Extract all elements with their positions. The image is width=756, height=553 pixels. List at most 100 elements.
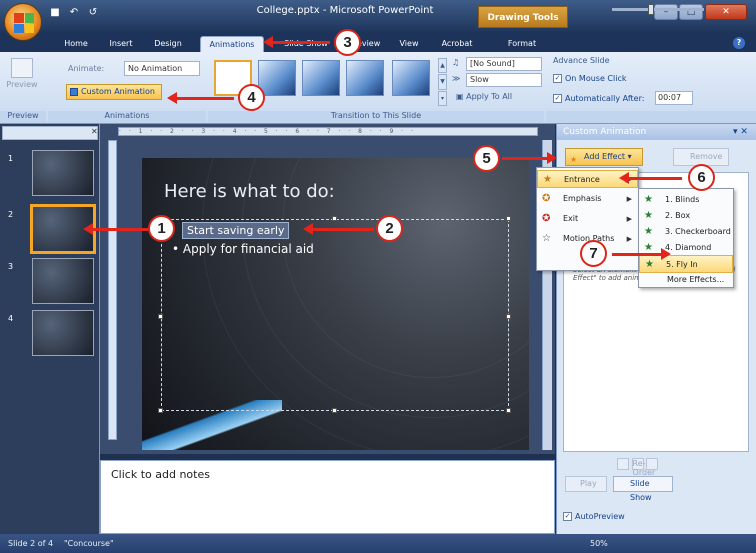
tab-acrobat[interactable]: Acrobat xyxy=(436,36,478,52)
animate-dropdown[interactable]: No Animation xyxy=(124,61,200,76)
advance-slide-label: Advance Slide xyxy=(553,56,610,65)
office-logo-icon xyxy=(14,13,34,33)
slide-thumbnail-3[interactable] xyxy=(32,258,94,304)
menu-item-exit[interactable]: ✪ Exit ▶ xyxy=(537,210,638,228)
group-label-transition: Transition to This Slide xyxy=(208,111,544,123)
transition-thumbnail[interactable] xyxy=(392,60,430,96)
slide-thumbnail-4[interactable] xyxy=(32,310,94,356)
tab-view[interactable]: View xyxy=(394,36,424,52)
save-icon[interactable]: ■ xyxy=(48,6,62,20)
slide-number: 3 xyxy=(8,262,14,271)
resize-handle[interactable] xyxy=(506,408,511,413)
reorder-controls: Re-Order xyxy=(617,458,659,477)
slide-number: 4 xyxy=(8,314,14,323)
slides-pane: ✕ 1 2 3 4 xyxy=(0,124,100,534)
transition-sound-dropdown[interactable]: [No Sound] xyxy=(466,57,542,71)
slide-title[interactable]: Here is what to do: xyxy=(164,181,335,202)
custom-animation-button[interactable]: Custom Animation xyxy=(66,84,162,100)
sound-icon: ♫ xyxy=(452,58,460,67)
checkbox-checked-icon: ✓ xyxy=(553,74,562,83)
add-effect-button[interactable]: ★ Add Effect ▾ xyxy=(565,148,643,166)
zoom-slider[interactable] xyxy=(612,8,704,11)
menu-item-emphasis[interactable]: ✪ Emphasis ▶ xyxy=(537,190,638,208)
notes-placeholder: Click to add notes xyxy=(111,468,210,481)
star-icon: ★ xyxy=(570,155,578,164)
tab-insert[interactable]: Insert xyxy=(104,36,138,52)
window-title: College.pptx - Microsoft PowerPoint xyxy=(256,5,434,16)
powerpoint-window: ■ ↶ ↺ College.pptx - Microsoft PowerPoin… xyxy=(0,0,756,553)
resize-handle[interactable] xyxy=(506,314,511,319)
on-mouse-click-checkbox[interactable]: ✓ On Mouse Click xyxy=(553,74,626,83)
entrance-star-icon: ★ xyxy=(543,174,552,185)
more-effects[interactable]: More Effects... xyxy=(639,271,733,289)
play-button[interactable]: Play xyxy=(565,476,607,492)
menu-item-label: 3. Checkerboard xyxy=(665,227,731,236)
apply-to-all-button[interactable]: ▣ Apply To All xyxy=(456,92,512,101)
group-label-preview: Preview xyxy=(0,111,46,123)
callout-badge-4: 4 xyxy=(238,84,265,111)
callout-badge-6: 6 xyxy=(688,164,715,191)
checkbox-checked-icon: ✓ xyxy=(563,512,572,521)
close-button[interactable]: ✕ xyxy=(705,4,747,20)
callout-badge-3: 3 xyxy=(334,29,361,56)
slides-outline-tabs[interactable]: ✕ xyxy=(2,126,98,140)
bullet-text: Apply for financial aid xyxy=(182,242,314,256)
quick-access-toolbar: ■ ↶ ↺ xyxy=(48,6,100,20)
motion-path-star-icon: ☆ xyxy=(542,233,551,244)
autopreview-checkbox[interactable]: ✓ AutoPreview xyxy=(563,512,625,521)
resize-handle[interactable] xyxy=(158,314,163,319)
minimize-button[interactable]: – xyxy=(654,4,678,20)
notes-pane[interactable]: Click to add notes xyxy=(100,460,555,534)
emphasis-star-icon: ✪ xyxy=(542,193,551,204)
zoom-level[interactable]: 50% xyxy=(590,534,608,553)
autopreview-label: AutoPreview xyxy=(575,512,625,521)
apply-to-all-label: Apply To All xyxy=(466,92,513,101)
bullet-selected[interactable]: Start saving early xyxy=(182,222,290,239)
tab-animations[interactable]: Animations xyxy=(200,36,264,52)
resize-handle[interactable] xyxy=(158,408,163,413)
transition-thumbnail[interactable] xyxy=(258,60,296,96)
slide-number: 1 xyxy=(8,154,14,163)
submenu-arrow-icon: ▶ xyxy=(626,195,632,203)
resize-handle[interactable] xyxy=(506,216,511,221)
tab-design[interactable]: Design xyxy=(148,36,188,52)
preview-button[interactable]: Preview xyxy=(6,56,38,104)
tab-slide-show[interactable]: Slide Show xyxy=(280,36,332,52)
transition-speed-dropdown[interactable]: Slow xyxy=(466,73,542,87)
submenu-arrow-icon: ▶ xyxy=(626,215,632,223)
auto-after-checkbox[interactable]: ✓ Automatically After: xyxy=(553,94,644,103)
custom-animation-icon xyxy=(70,88,78,96)
tab-format[interactable]: Format xyxy=(500,36,544,52)
redo-icon[interactable]: ↺ xyxy=(86,6,100,20)
help-icon[interactable]: ? xyxy=(733,37,745,49)
resize-handle[interactable] xyxy=(332,216,337,221)
maximize-button[interactable]: □ xyxy=(679,4,703,20)
menu-item-label: 2. Box xyxy=(665,211,691,220)
callout-badge-1: 1 xyxy=(148,215,175,242)
on-mouse-click-label: On Mouse Click xyxy=(565,74,627,83)
slide-thumbnail-1[interactable] xyxy=(32,150,94,196)
bullet[interactable]: • Apply for financial aid xyxy=(172,242,314,256)
undo-icon[interactable]: ↶ xyxy=(67,6,81,20)
menu-item-label: 4. Diamond xyxy=(665,243,712,252)
transition-thumbnail[interactable] xyxy=(302,60,340,96)
vertical-ruler xyxy=(108,140,117,440)
tab-home[interactable]: Home xyxy=(58,36,94,52)
submenu-arrow-icon: ▶ xyxy=(626,235,632,243)
auto-after-time-field[interactable]: 00:07 xyxy=(655,91,693,105)
close-icon[interactable]: ✕ xyxy=(91,127,98,136)
resize-handle[interactable] xyxy=(332,408,337,413)
slide-show-button[interactable]: Slide Show xyxy=(613,476,673,502)
status-bar: Slide 2 of 4 "Concourse" 50% xyxy=(0,534,756,553)
custom-animation-label: Custom Animation xyxy=(81,87,155,96)
pane-close-icon[interactable]: ▾ ✕ xyxy=(733,124,748,140)
move-up-icon[interactable] xyxy=(617,458,629,470)
gallery-scroll[interactable]: ▲ ▼ ▾ xyxy=(438,58,447,106)
callout-badge-2: 2 xyxy=(376,215,403,242)
transition-thumbnail[interactable] xyxy=(346,60,384,96)
zoom-slider-handle[interactable] xyxy=(648,4,654,15)
move-down-icon[interactable] xyxy=(646,458,659,470)
office-button[interactable] xyxy=(4,3,42,41)
callout-arrow xyxy=(83,223,148,235)
callout-arrow xyxy=(263,36,330,48)
